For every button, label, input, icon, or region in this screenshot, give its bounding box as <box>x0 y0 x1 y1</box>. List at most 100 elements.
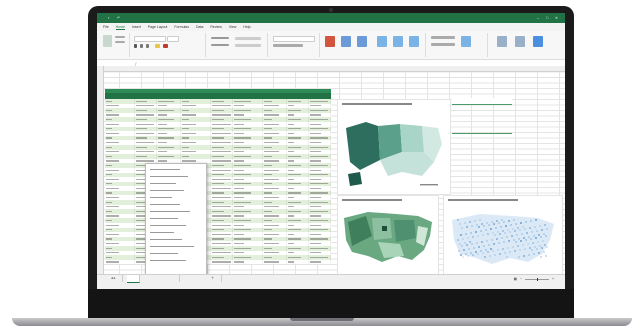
conditional-formatting-button[interactable] <box>325 36 335 47</box>
map-dot <box>512 228 514 230</box>
align-left-button[interactable] <box>211 44 229 46</box>
region-west <box>346 122 380 170</box>
map-dot <box>514 230 516 232</box>
tab-insert[interactable]: Insert <box>132 25 141 29</box>
ribbon-tabs: File Home Insert Page Layout Formulas Da… <box>97 23 565 31</box>
tab-file[interactable]: File <box>103 25 109 29</box>
minimize-icon[interactable]: – <box>537 16 543 20</box>
map-dot <box>478 226 480 228</box>
sheet-tab-2[interactable] <box>167 275 180 282</box>
table-header[interactable] <box>105 89 331 99</box>
font-size-select[interactable] <box>167 36 179 42</box>
format-cells-button[interactable] <box>409 36 419 47</box>
map-dot <box>474 220 476 222</box>
chart-card-dot-map[interactable] <box>443 195 563 275</box>
tab-view[interactable]: View <box>229 25 237 29</box>
row-headers[interactable] <box>97 66 104 274</box>
map-dot <box>538 252 540 254</box>
map-dot <box>482 252 484 254</box>
zoom-out-icon[interactable]: − <box>520 277 522 281</box>
map-dot <box>483 245 485 247</box>
sheet-tab-1[interactable] <box>127 275 140 283</box>
map-dot <box>469 221 471 223</box>
currency-button[interactable] <box>273 44 303 47</box>
wrap-text-button[interactable] <box>235 37 261 40</box>
underline-button[interactable] <box>146 44 149 48</box>
bold-button[interactable] <box>134 44 137 48</box>
zoom-slider[interactable] <box>524 277 549 281</box>
number-format-select[interactable] <box>273 36 315 42</box>
tab-page-layout[interactable]: Page Layout <box>148 25 168 29</box>
map-dot <box>519 249 521 251</box>
italic-button[interactable] <box>140 44 143 48</box>
tab-data[interactable]: Data <box>196 25 203 29</box>
map-dot <box>536 230 538 232</box>
sensitivity-button[interactable] <box>515 36 525 47</box>
zoom-in-icon[interactable]: + <box>552 277 554 281</box>
format-as-table-button[interactable] <box>341 36 351 47</box>
column-headers[interactable] <box>97 66 565 72</box>
merge-center-button[interactable] <box>235 44 261 47</box>
insert-cells-button[interactable] <box>377 36 387 47</box>
font-color-button[interactable] <box>163 44 168 48</box>
chart-card-region-map[interactable] <box>337 99 451 195</box>
fill-button[interactable] <box>431 43 455 46</box>
autosum-button[interactable] <box>431 36 455 39</box>
table-cell[interactable] <box>309 259 332 265</box>
map-dot <box>507 247 509 249</box>
sort-filter-button[interactable] <box>461 36 471 47</box>
view-normal-icon[interactable]: ▦ <box>514 277 517 281</box>
map-dot <box>463 249 465 251</box>
map-dot <box>473 247 475 249</box>
map-dot <box>467 237 469 239</box>
chart-title <box>448 199 518 201</box>
table-row[interactable] <box>105 259 332 265</box>
map-dot <box>506 236 508 238</box>
map-dot <box>534 246 536 248</box>
filter-dropdown-panel[interactable] <box>145 163 207 275</box>
map-dot <box>535 219 537 221</box>
map-dot <box>509 251 511 253</box>
cell-styles-button[interactable] <box>357 36 367 47</box>
sheet-nav-button[interactable]: ◂ ▸ <box>105 275 123 282</box>
map-dot <box>457 239 459 241</box>
tab-help[interactable]: Help <box>243 25 250 29</box>
chart-card-county-map[interactable] <box>337 195 439 275</box>
pivot-table[interactable] <box>452 98 512 168</box>
cut-button[interactable] <box>115 36 125 38</box>
map-dot <box>533 235 535 237</box>
fx-icon[interactable]: ƒ <box>130 62 142 66</box>
pivot-grand-total[interactable] <box>452 132 512 140</box>
table-cell[interactable] <box>233 259 263 265</box>
table-cell[interactable] <box>105 259 135 265</box>
map-dot <box>493 223 495 225</box>
tab-formulas[interactable]: Formulas <box>174 25 189 29</box>
map-dot <box>513 239 515 241</box>
data-table[interactable] <box>105 89 332 265</box>
table-cell[interactable] <box>263 259 287 265</box>
map-dot <box>542 240 544 242</box>
paste-button[interactable] <box>103 35 112 47</box>
close-icon[interactable]: ✕ <box>555 16 561 20</box>
align-top-button[interactable] <box>211 37 229 39</box>
save-icon[interactable]: ▪ <box>108 16 114 20</box>
tab-home[interactable]: Home <box>115 25 125 30</box>
map-dot <box>498 242 500 244</box>
map-dot <box>504 232 506 234</box>
fill-color-button[interactable] <box>155 44 160 48</box>
table-cell[interactable] <box>211 259 233 265</box>
maximize-icon[interactable]: □ <box>546 16 552 20</box>
add-sheet-button[interactable]: ＋ <box>205 275 222 282</box>
font-name-select[interactable] <box>134 36 166 42</box>
find-select-button[interactable] <box>497 36 507 47</box>
undo-icon[interactable]: ↶ <box>117 16 123 20</box>
tab-review[interactable]: Review <box>210 25 221 29</box>
zoom-control[interactable]: ▦ − + <box>514 277 557 281</box>
chart-title <box>342 103 412 105</box>
map-dot <box>489 255 491 257</box>
ideas-button[interactable] <box>533 36 543 47</box>
delete-cells-button[interactable] <box>393 36 403 47</box>
table-cell[interactable] <box>287 259 309 265</box>
map-dot <box>461 227 463 229</box>
copy-button[interactable] <box>115 41 125 43</box>
